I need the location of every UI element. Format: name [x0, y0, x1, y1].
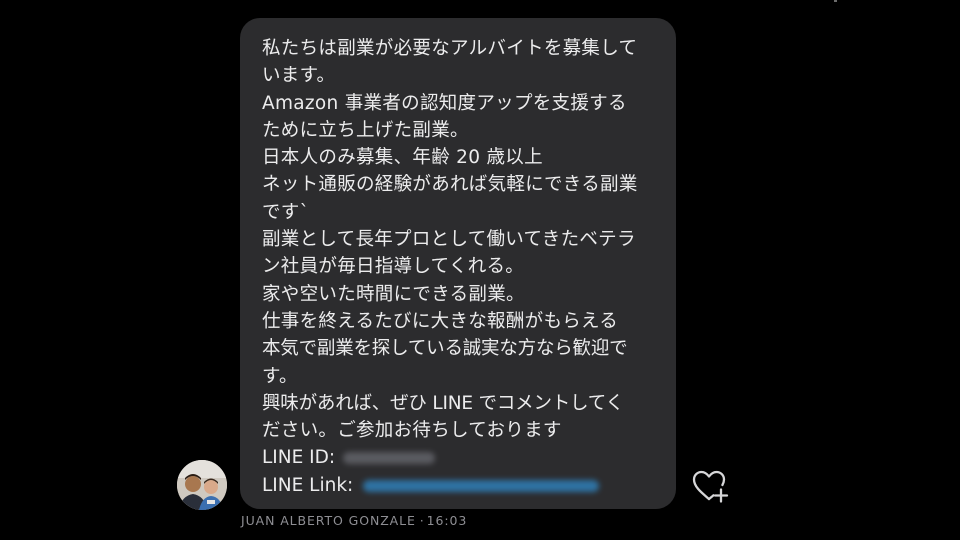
message-line: 副業として長年プロとして働いてきたベテラ	[262, 229, 636, 251]
message-line: ン社員が毎日指導してくれる。	[262, 256, 525, 278]
message-line: ネット通販の経験があれば気軽にできる副業	[262, 174, 638, 196]
redacted-line-id	[343, 452, 436, 465]
message-line: ために立ち上げた副業。	[262, 119, 469, 141]
line-id-label: LINE ID:	[262, 447, 336, 469]
message-time: 16:03	[426, 513, 468, 528]
avatar[interactable]	[177, 460, 227, 510]
message-line: 日本人のみ募集、年齢 20 歳以上	[262, 147, 543, 169]
heart-plus-icon	[692, 470, 729, 503]
message-line: です`	[262, 201, 310, 223]
message-line: 本気で副業を探している誠実な方なら歓迎で	[262, 338, 628, 360]
sender-name: JUAN ALBERTO GONZALE	[241, 513, 416, 528]
message-line: す。	[262, 365, 298, 387]
message-line: 私たちは副業が必要なアルバイトを募集して	[262, 38, 638, 59]
corner-mark	[834, 0, 837, 2]
message-bubble[interactable]: 私たちは副業が必要なアルバイトを募集して います。 Amazon 事業者の認知度…	[240, 18, 676, 509]
message-line: Amazon 事業者の認知度アップを支援する	[262, 92, 627, 114]
meta-separator: ·	[419, 513, 425, 528]
message-meta: JUAN ALBERTO GONZALE · 16:03	[241, 513, 467, 528]
message-line: 家や空いた時間にできる副業。	[262, 283, 525, 305]
line-link-label: LINE Link:	[262, 474, 354, 496]
line-id-row: LINE ID:	[262, 444, 666, 471]
message-line: います。	[262, 65, 336, 87]
line-link-row: LINE Link:	[262, 472, 666, 499]
message-line: ださい。ご参加お待ちしております	[262, 420, 562, 442]
chat-thread: 私たちは副業が必要なアルバイトを募集して います。 Amazon 事業者の認知度…	[0, 0, 960, 540]
message-line: 仕事を終えるたびに大きな報酬がもらえる	[262, 310, 619, 332]
profile-photo-icon	[177, 460, 227, 510]
redacted-line-link[interactable]	[363, 479, 600, 492]
message-line: 興味があれば、ぜひ LINE でコメントしてく	[262, 392, 624, 414]
like-button[interactable]	[690, 466, 730, 506]
